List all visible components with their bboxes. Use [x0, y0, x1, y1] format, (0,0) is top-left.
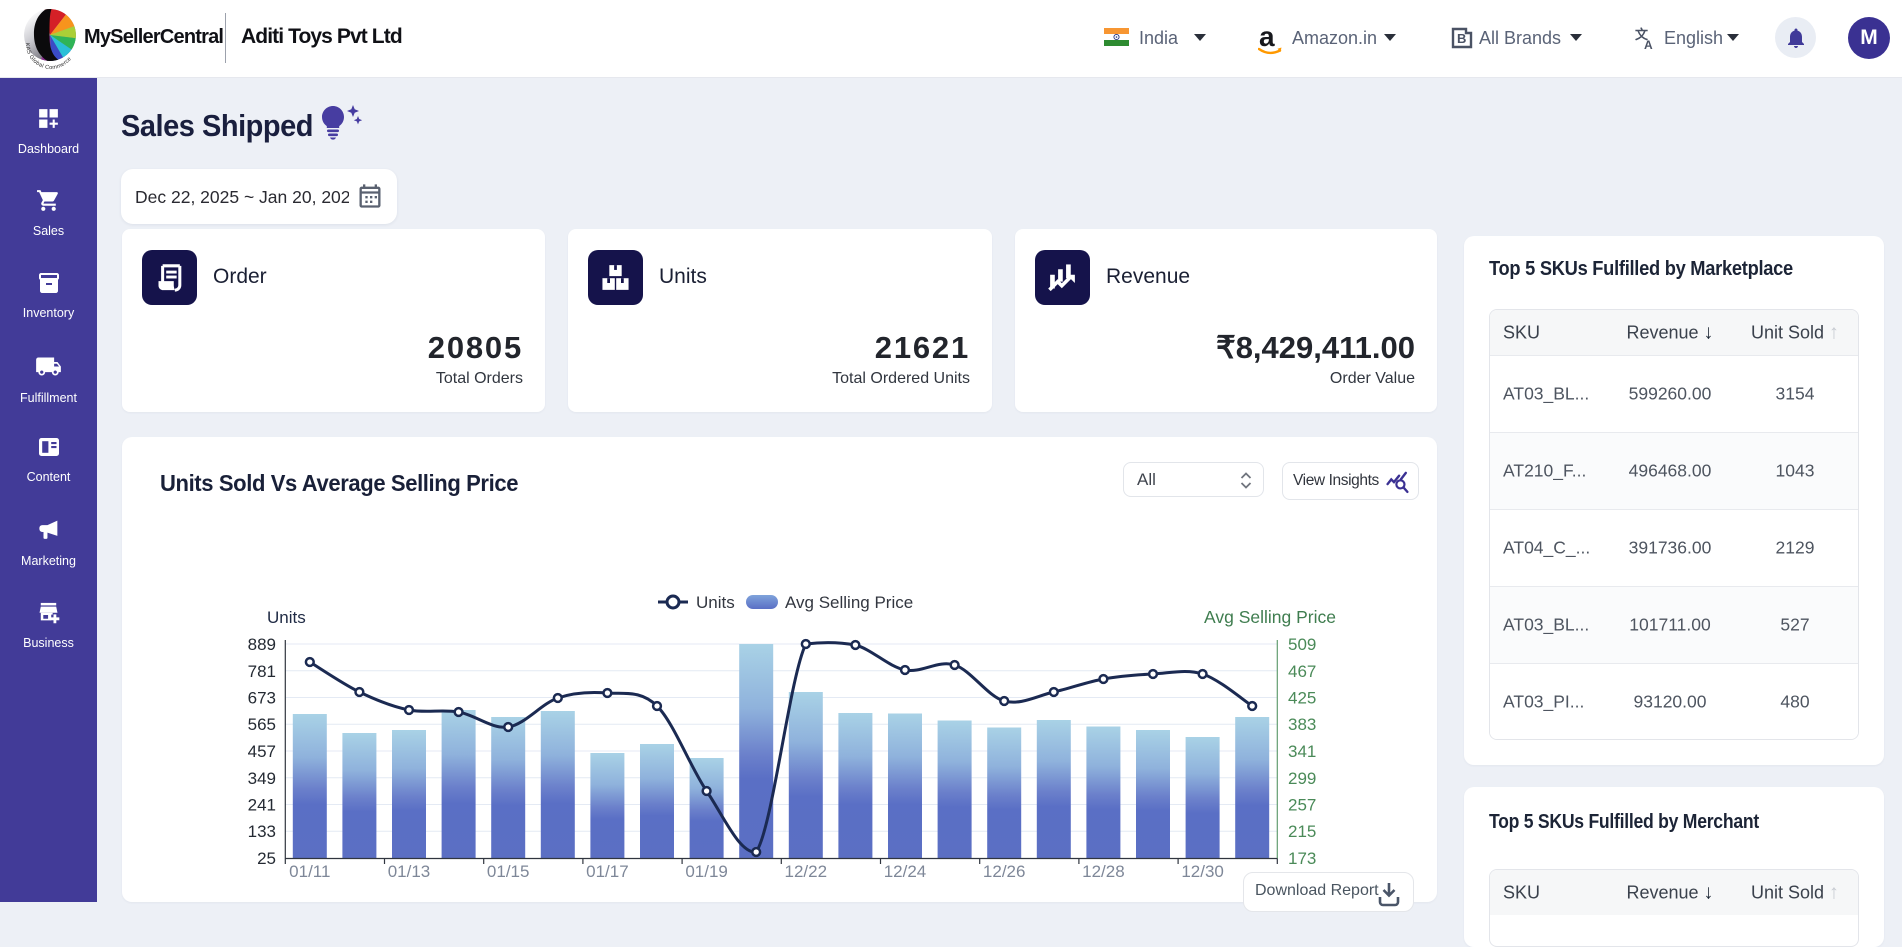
svg-text:215: 215	[1288, 822, 1316, 841]
svg-text:341: 341	[1288, 742, 1316, 761]
svg-text:241: 241	[248, 796, 276, 815]
svg-text:01/11: 01/11	[289, 862, 330, 881]
svg-text:673: 673	[248, 689, 276, 708]
svg-text:12/30: 12/30	[1181, 862, 1224, 881]
svg-text:299: 299	[1288, 769, 1316, 788]
svg-text:25: 25	[257, 849, 276, 868]
svg-text:425: 425	[1288, 689, 1316, 708]
svg-text:01/19: 01/19	[685, 862, 728, 881]
svg-text:565: 565	[248, 715, 276, 734]
svg-text:889: 889	[248, 635, 276, 654]
svg-text:349: 349	[248, 769, 276, 788]
svg-text:Avg Selling Price: Avg Selling Price	[785, 593, 913, 612]
svg-text:Units: Units	[267, 608, 306, 627]
svg-text:509: 509	[1288, 635, 1316, 654]
svg-text:173: 173	[1288, 849, 1316, 868]
svg-text:Units: Units	[696, 593, 735, 612]
svg-text:Avg Selling Price: Avg Selling Price	[1204, 607, 1336, 627]
svg-text:457: 457	[248, 742, 276, 761]
svg-text:257: 257	[1288, 796, 1316, 815]
svg-text:01/17: 01/17	[586, 862, 629, 881]
svg-text:133: 133	[248, 822, 276, 841]
svg-text:467: 467	[1288, 662, 1316, 681]
svg-text:12/24: 12/24	[884, 862, 927, 881]
svg-text:12/22: 12/22	[785, 862, 828, 881]
svg-text:12/26: 12/26	[983, 862, 1026, 881]
svg-text:A: A	[1644, 38, 1653, 51]
svg-text:B: B	[1457, 31, 1466, 46]
svg-text:01/13: 01/13	[388, 862, 431, 881]
svg-text:01/15: 01/15	[487, 862, 530, 881]
svg-text:383: 383	[1288, 715, 1316, 734]
svg-text:781: 781	[248, 662, 276, 681]
svg-text:12/28: 12/28	[1082, 862, 1125, 881]
